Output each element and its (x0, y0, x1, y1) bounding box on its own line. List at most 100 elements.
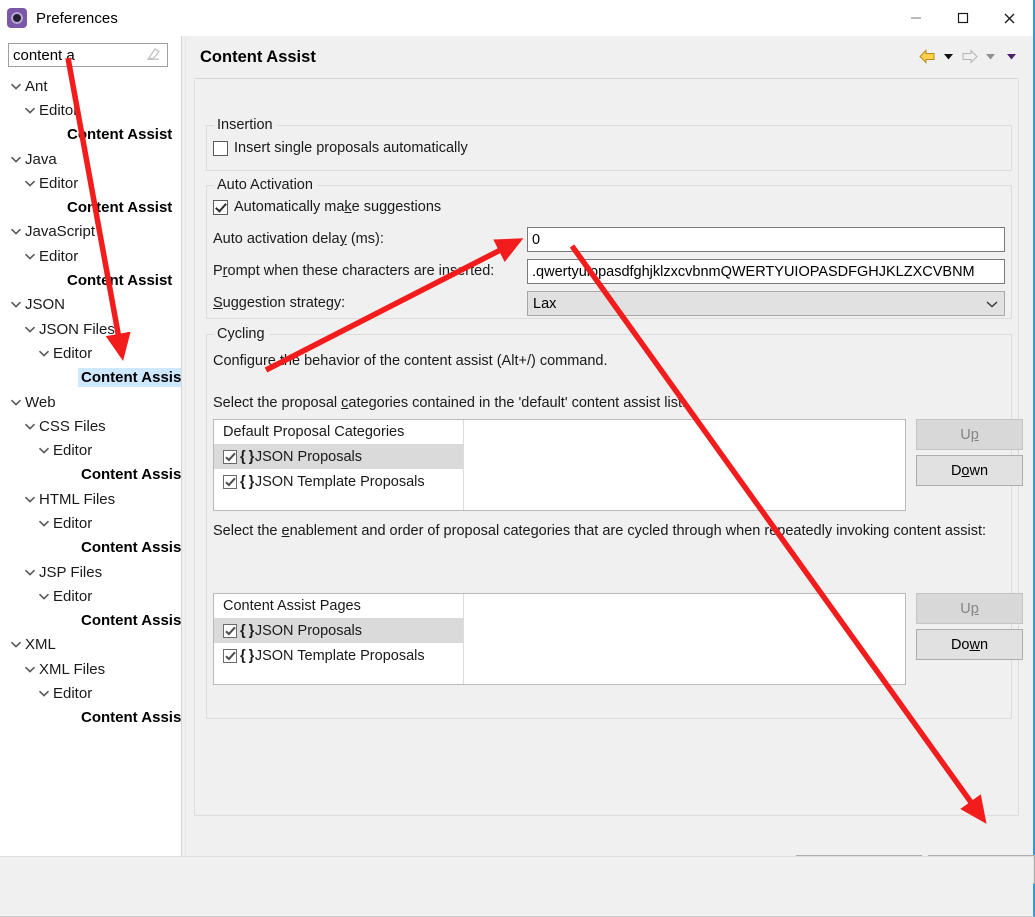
row-checkbox[interactable] (223, 623, 237, 638)
chevron-down-icon[interactable] (22, 565, 37, 580)
auto-activation-group: Auto Activation Automatically make sugge… (206, 177, 1012, 319)
tree-item-label: Content Assist (67, 126, 173, 144)
chevron-down-icon[interactable] (22, 249, 37, 264)
table-row[interactable]: { } JSON Proposals (214, 444, 463, 469)
chevron-down-icon (986, 300, 998, 308)
tree-item-content-assist[interactable]: Content Assist (0, 536, 181, 560)
dialog-footer: ? Apply and Close Cancel (0, 857, 1033, 916)
suggestion-strategy-select[interactable]: Lax (527, 291, 1005, 316)
row-checkbox[interactable] (223, 648, 237, 663)
tree-item-label: CSS Files (39, 417, 106, 435)
tree-item-content-assist[interactable]: Content Assist (0, 366, 181, 390)
minimize-icon[interactable] (892, 0, 939, 36)
tree-item-content-assist[interactable]: Content Assist (0, 609, 181, 633)
chevron-down-icon[interactable] (8, 637, 23, 652)
prompt-chars-label: Prompt when these characters are inserte… (213, 263, 495, 279)
tree-item-content-assist[interactable]: Content Assist (0, 123, 181, 147)
content-assist-pages-list[interactable]: Content Assist Pages { } JSON Proposals … (213, 593, 906, 685)
chevron-down-icon[interactable] (36, 516, 51, 531)
tree-item-javascript[interactable]: JavaScript (0, 220, 181, 244)
auto-suggest-label: Automatically make suggestions (234, 199, 442, 215)
cycle-list-up-button[interactable]: Up (916, 593, 1023, 624)
back-arrow-icon[interactable] (917, 46, 937, 66)
filter-input-wrapper[interactable]: content a (8, 43, 168, 67)
forward-arrow-icon[interactable] (959, 46, 979, 66)
tree-item-content-assist[interactable]: Content Assist (0, 268, 181, 292)
clear-filter-icon[interactable] (144, 47, 164, 63)
chevron-down-icon[interactable] (22, 419, 37, 434)
default-proposal-categories-list[interactable]: Default Proposal Categories { } JSON Pro… (213, 419, 906, 511)
chevron-down-icon[interactable] (22, 662, 37, 677)
default-list-up-button[interactable]: Up (916, 419, 1023, 450)
chevron-down-icon[interactable] (36, 346, 51, 361)
tree-item-editor[interactable]: Editor (0, 341, 181, 365)
tree-item-editor[interactable]: Editor (0, 171, 181, 195)
table-row[interactable]: { } JSON Proposals (214, 618, 463, 643)
cycle-list-down-button[interactable]: Down (916, 629, 1023, 660)
tree-item-label: Editor (53, 587, 93, 605)
tree-item-label: JSON Files (39, 320, 115, 338)
tree-item-content-assist[interactable]: Content Assist (0, 195, 181, 219)
tree-item-html-files[interactable]: HTML Files (0, 487, 181, 511)
chevron-down-icon[interactable] (8, 224, 23, 239)
chevron-down-icon[interactable] (8, 297, 23, 312)
insert-single-proposals-checkbox[interactable] (213, 140, 228, 156)
prompt-chars-label-row: Prompt when these characters are inserte… (213, 263, 494, 279)
tree-item-editor[interactable]: Editor (0, 511, 181, 535)
view-menu-chevron-down-icon[interactable] (1001, 46, 1021, 66)
tree-item-editor[interactable]: Editor (0, 438, 181, 462)
page-content: Insertion Insert single proposals automa… (194, 80, 1035, 884)
tree-item-content-assist[interactable]: Content Assist (0, 706, 181, 730)
tree-item-web[interactable]: Web (0, 390, 181, 414)
page-header: Content Assist (186, 36, 1033, 78)
tree-item-jsp-files[interactable]: JSP Files (0, 560, 181, 584)
tree-item-xml-files[interactable]: XML Files (0, 657, 181, 681)
tree-item-editor[interactable]: Editor (0, 98, 181, 122)
chevron-down-icon[interactable] (22, 322, 37, 337)
chevron-down-icon[interactable] (36, 686, 51, 701)
tree-item-java[interactable]: Java (0, 147, 181, 171)
tree-item-editor[interactable]: Editor (0, 244, 181, 268)
tree-item-ant[interactable]: Ant (0, 74, 181, 98)
tree-item-editor[interactable]: Editor (0, 681, 181, 705)
up-label: Up (960, 600, 979, 617)
strategy-label-row: Suggestion strategy: (213, 295, 345, 311)
chevron-down-icon[interactable] (22, 176, 37, 191)
window-title: Preferences (36, 9, 118, 27)
title-bar: Preferences (0, 0, 1033, 36)
preferences-tree[interactable]: Ant Editor Content Assist Java Editor Content… (0, 74, 181, 822)
row-label: JSON Template Proposals (254, 473, 425, 490)
row-checkbox[interactable] (223, 449, 237, 464)
chevron-down-icon[interactable] (22, 492, 37, 507)
tree-item-content-assist[interactable]: Content Assist (0, 463, 181, 487)
table-row[interactable]: { } JSON Template Proposals (214, 643, 905, 668)
close-icon[interactable] (986, 0, 1033, 36)
tree-item-label: Content Assist (78, 368, 181, 388)
chevron-down-icon[interactable] (8, 79, 23, 94)
tree-item-css-files[interactable]: CSS Files (0, 414, 181, 438)
auto-suggest-row[interactable]: Automatically make suggestions (213, 199, 441, 215)
tree-item-editor[interactable]: Editor (0, 584, 181, 608)
chevron-down-icon[interactable] (8, 395, 23, 410)
chevron-down-icon[interactable] (36, 443, 51, 458)
tree-item-label: XML (25, 636, 56, 654)
auto-delay-input[interactable]: 0 (527, 227, 1005, 252)
default-list-down-button[interactable]: Down (916, 455, 1023, 486)
tree-item-json-files[interactable]: JSON Files (0, 317, 181, 341)
tree-item-xml[interactable]: XML (0, 633, 181, 657)
back-menu-chevron-down-icon[interactable] (938, 46, 958, 66)
search-input[interactable]: content a (13, 47, 144, 64)
prompt-chars-input[interactable]: .qwertyuiopasdfghjklzxcvbnmQWERTYUIOPASD… (527, 259, 1005, 284)
row-checkbox[interactable] (223, 474, 237, 489)
chevron-down-icon[interactable] (8, 152, 23, 167)
tree-item-label: Editor (39, 247, 79, 265)
insert-single-proposals-row[interactable]: Insert single proposals automatically (213, 140, 468, 156)
table-row[interactable]: { } JSON Template Proposals (214, 469, 905, 494)
maximize-icon[interactable] (939, 0, 986, 36)
tree-item-json[interactable]: JSON (0, 293, 181, 317)
auto-suggest-checkbox[interactable] (213, 199, 228, 215)
chevron-down-icon[interactable] (36, 589, 51, 604)
chevron-down-icon[interactable] (22, 103, 37, 118)
forward-menu-chevron-down-icon[interactable] (980, 46, 1000, 66)
